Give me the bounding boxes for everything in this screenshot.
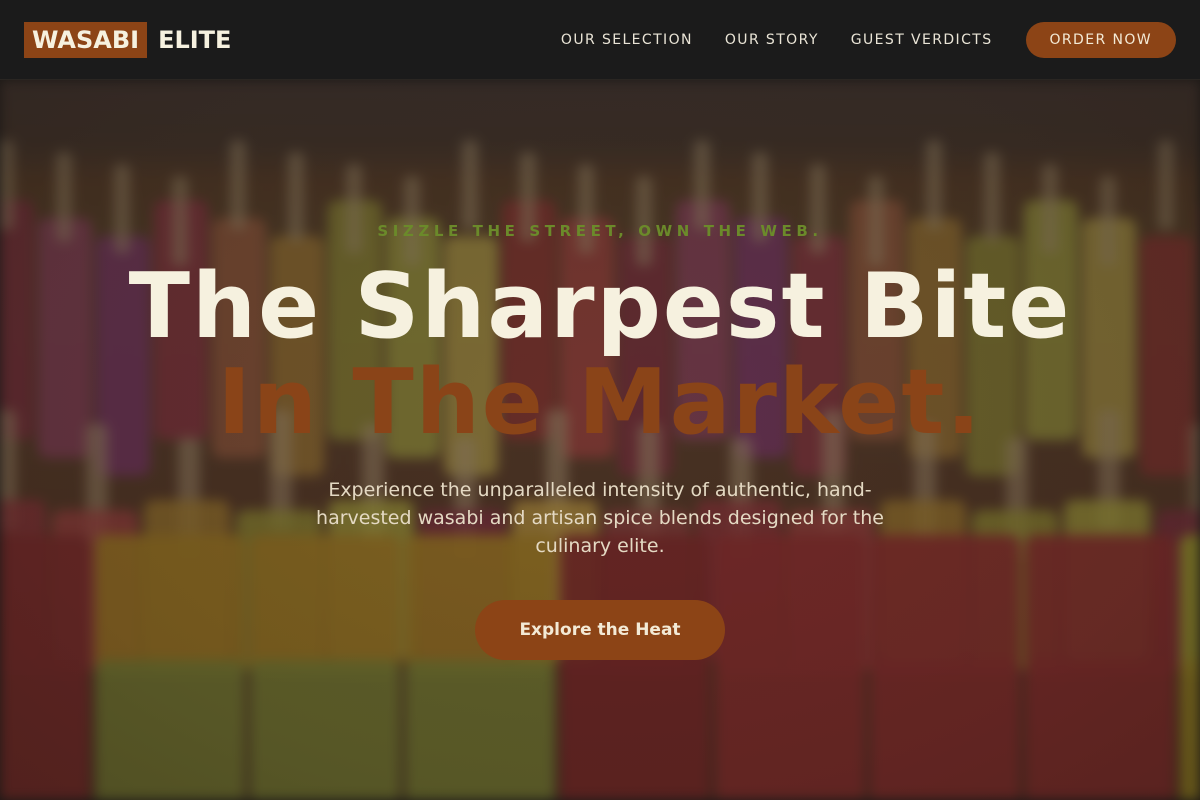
hero-content: SIZZLE THE STREET, OWN THE WEB. The Shar… xyxy=(0,80,1200,800)
nav-link-our-story[interactable]: OUR STORY xyxy=(725,32,819,48)
hero-headline: The Sharpest Bite xyxy=(128,254,1072,359)
nav-link-our-selection[interactable]: OUR SELECTION xyxy=(561,32,693,48)
hero-section: SIZZLE THE STREET, OWN THE WEB. The Shar… xyxy=(0,80,1200,800)
logo-boxed-text: WASABI xyxy=(24,21,148,58)
explore-the-heat-button[interactable]: Explore the Heat xyxy=(475,600,725,660)
brand-logo[interactable]: WASABI ELITE xyxy=(24,21,232,58)
hero-tagline: SIZZLE THE STREET, OWN THE WEB. xyxy=(377,222,823,240)
nav-link-guest-verdicts[interactable]: GUEST VERDICTS xyxy=(851,32,993,48)
site-header: WASABI ELITE OUR SELECTION OUR STORY GUE… xyxy=(0,0,1200,80)
hero-description: Experience the unparalleled intensity of… xyxy=(316,479,884,557)
main-nav: OUR SELECTION OUR STORY GUEST VERDICTS O… xyxy=(561,21,1176,58)
hero-headline-accent: In The Market. xyxy=(217,350,983,455)
order-now-button[interactable]: ORDER NOW xyxy=(1025,21,1176,58)
logo-text: ELITE xyxy=(158,25,232,54)
